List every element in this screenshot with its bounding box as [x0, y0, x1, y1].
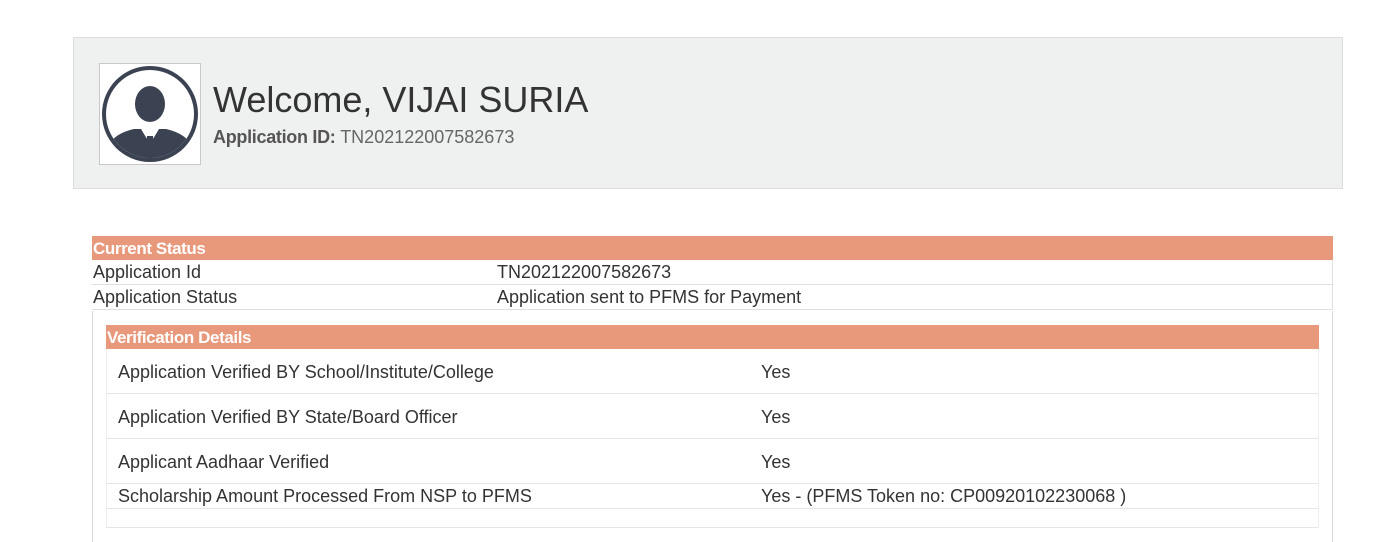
- application-id-label: Application ID:: [213, 127, 336, 147]
- verification-label: Application Verified BY School/Institute…: [118, 362, 494, 382]
- verification-table: Verification Details Application Verifie…: [106, 325, 1319, 528]
- welcome-panel: Welcome, VIJAI SURIA Application ID: TN2…: [73, 37, 1343, 189]
- avatar: [99, 63, 201, 165]
- application-id-line: Application ID: TN202122007582673: [213, 126, 514, 148]
- verification-value: Yes: [761, 362, 791, 382]
- verification-row-school: Application Verified BY School/Institute…: [106, 349, 1319, 394]
- verification-value: Yes: [761, 452, 791, 472]
- status-value: TN202122007582673: [497, 262, 672, 282]
- verification-row-empty: [106, 509, 1319, 528]
- verification-row-aadhaar: Applicant Aadhaar Verified Yes: [106, 439, 1319, 484]
- status-row-application-id: Application Id TN202122007582673: [92, 260, 1333, 285]
- status-label: Application Status: [93, 287, 238, 307]
- verification-label: Application Verified BY State/Board Offi…: [118, 407, 458, 427]
- verification-details-header: Verification Details: [106, 325, 1319, 349]
- verification-container: Verification Details Application Verifie…: [92, 311, 1333, 542]
- status-row-application-status: Application Status Application sent to P…: [92, 285, 1333, 310]
- status-label: Application Id: [93, 262, 202, 282]
- current-status-header: Current Status: [92, 236, 1333, 260]
- verification-label: Applicant Aadhaar Verified: [118, 452, 330, 472]
- verification-value: Yes: [761, 407, 791, 427]
- application-id-value: TN202122007582673: [340, 127, 515, 147]
- current-status-section: Current Status Application Id TN20212200…: [92, 236, 1333, 542]
- verification-label: Scholarship Amount Processed From NSP to…: [118, 486, 532, 506]
- user-avatar-icon: [102, 66, 198, 162]
- welcome-title: Welcome, VIJAI SURIA: [213, 79, 589, 120]
- verification-value: Yes - (PFMS Token no: CP00920102230068 ): [761, 486, 1127, 506]
- verification-row-state-officer: Application Verified BY State/Board Offi…: [106, 394, 1319, 439]
- status-value: Application sent to PFMS for Payment: [497, 287, 802, 307]
- verification-row-pfms: Scholarship Amount Processed From NSP to…: [106, 484, 1319, 509]
